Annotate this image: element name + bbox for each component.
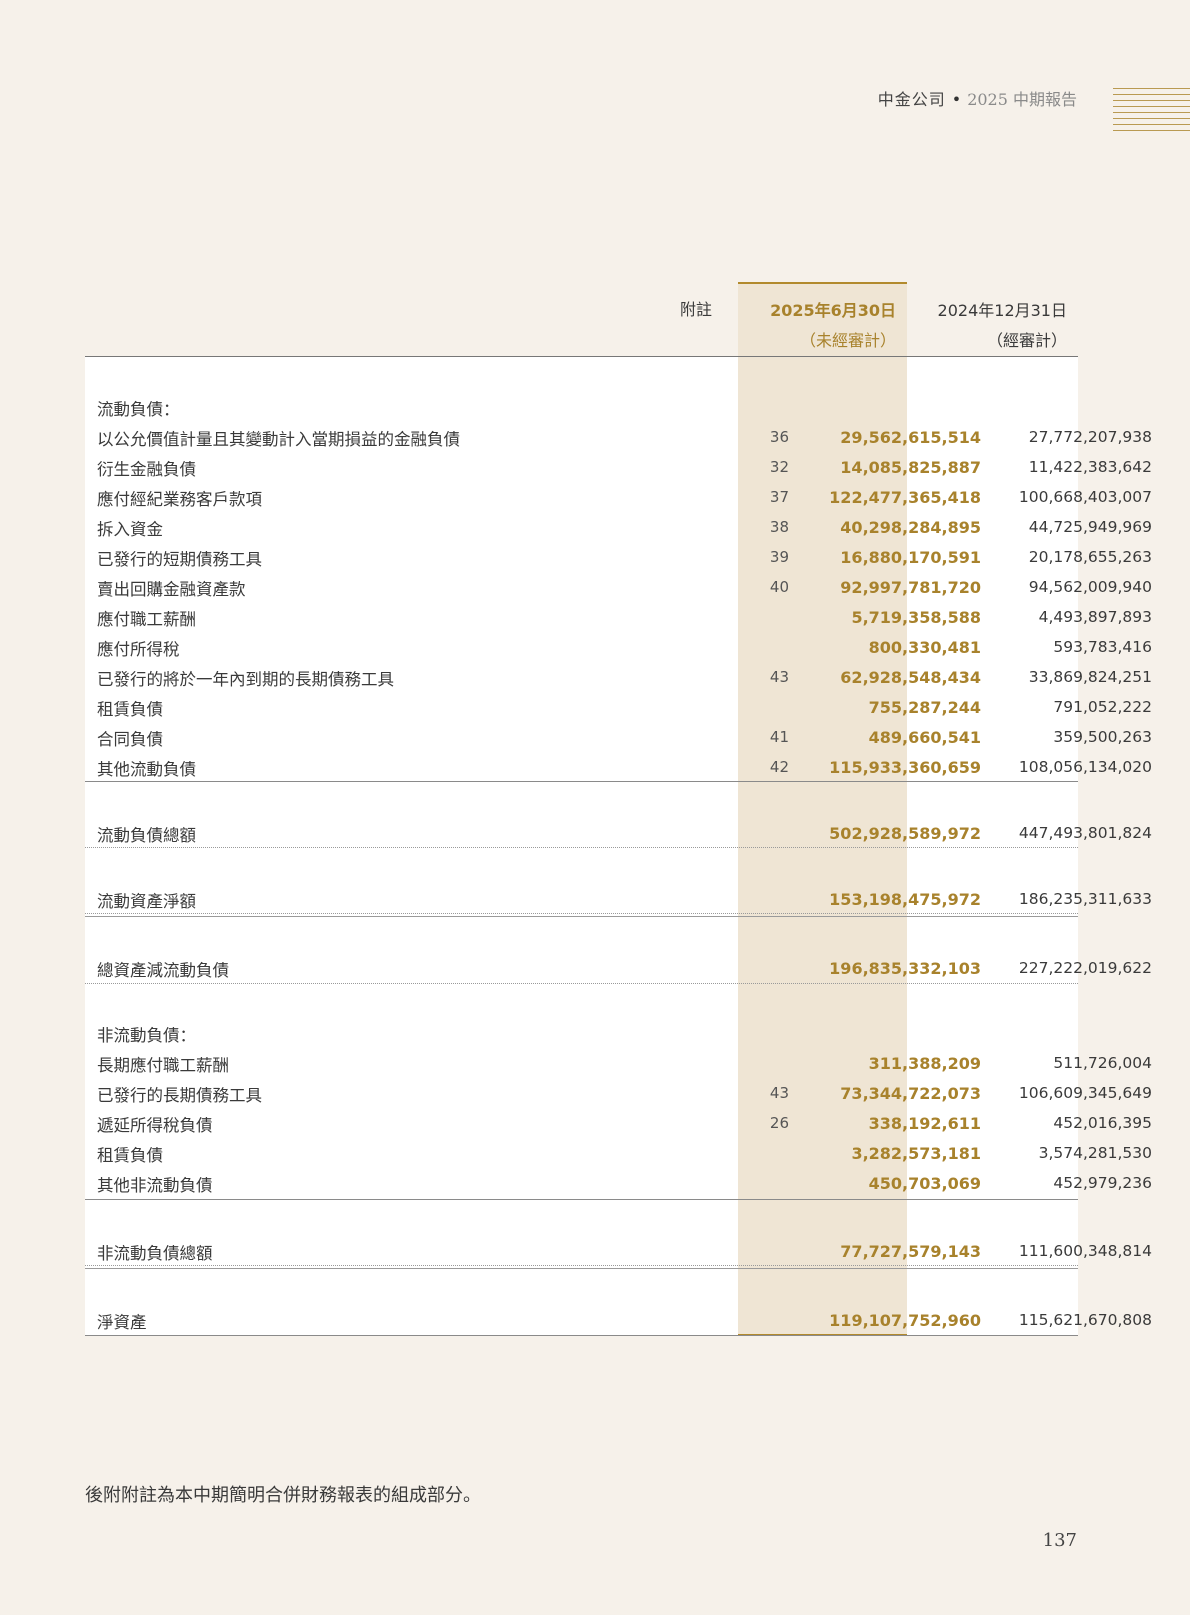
table-row: 合同負債 41 489,660,541 359,500,263 [85, 726, 1152, 756]
page-number: 137 [1042, 1530, 1077, 1551]
subtotal-rule [85, 781, 1078, 782]
decorative-stripes [1113, 88, 1190, 135]
column-header-prior: 2024年12月31日 （經審計） [910, 296, 1067, 356]
double-rule [85, 1265, 1078, 1269]
row-prior-value: 111,600,348,814 [1018, 1242, 1152, 1260]
subtotal-rule [85, 1199, 1078, 1200]
row-prior-value: 452,979,236 [1053, 1174, 1152, 1192]
row-label: 應付經紀業務客戶款項 [97, 490, 262, 509]
double-rule [85, 913, 1078, 917]
row-label: 非流動負債總額 [97, 1244, 213, 1263]
current-date: 2025年6月30日 [770, 301, 896, 320]
row-prior-value: 94,562,009,940 [1028, 578, 1152, 596]
prior-status: （經審計） [986, 331, 1067, 350]
row-prior-value: 359,500,263 [1053, 728, 1152, 746]
table-row: 以公允價值計量且其變動計入當期損益的金融負債 36 29,562,615,514… [85, 426, 1152, 456]
row-prior-value: 100,668,403,007 [1018, 488, 1152, 506]
total-rule [85, 847, 1078, 848]
table-row: 租賃負債 3,282,573,181 3,574,281,530 [85, 1142, 1152, 1172]
row-label: 合同負債 [97, 730, 163, 749]
row-label: 已發行的長期債務工具 [97, 1086, 262, 1105]
row-prior-value: 108,056,134,020 [1018, 758, 1152, 776]
row-prior-value: 115,621,670,808 [1018, 1311, 1152, 1329]
row-label: 租賃負債 [97, 700, 163, 719]
row-label: 租賃負債 [97, 1146, 163, 1165]
table-row: 長期應付職工薪酬 311,388,209 511,726,004 [85, 1052, 1152, 1082]
row-label: 拆入資金 [97, 520, 163, 539]
row-prior-value: 11,422,383,642 [1028, 458, 1152, 476]
header-rule [85, 356, 1078, 357]
prior-date: 2024年12月31日 [937, 301, 1067, 320]
table-row: 衍生金融負債 32 14,085,825,887 11,422,383,642 [85, 456, 1152, 486]
total-rule [85, 983, 1078, 984]
row-prior-value: 593,783,416 [1053, 638, 1152, 656]
current-status: （未經審計） [799, 331, 896, 350]
row-prior-value: 27,772,207,938 [1028, 428, 1152, 446]
table-row: 其他非流動負債 450,703,069 452,979,236 [85, 1172, 1152, 1202]
row-label: 以公允價值計量且其變動計入當期損益的金融負債 [97, 430, 460, 449]
table-row: 遞延所得稅負債 26 338,192,611 452,016,395 [85, 1112, 1152, 1142]
row-label: 應付所得稅 [97, 640, 180, 659]
table-row: 拆入資金 38 40,298,284,895 44,725,949,969 [85, 516, 1152, 546]
section-label: 非流動負債： [97, 1026, 196, 1045]
row-label: 淨資產 [97, 1313, 147, 1332]
row-prior-value: 20,178,655,263 [1028, 548, 1152, 566]
row-label: 長期應付職工薪酬 [97, 1056, 229, 1075]
row-prior-value: 44,725,949,969 [1028, 518, 1152, 536]
table-row: 已發行的長期債務工具 43 73,344,722,073 106,609,345… [85, 1082, 1152, 1112]
column-header-note: 附註 [679, 300, 712, 319]
table-row: 應付所得稅 800,330,481 593,783,416 [85, 636, 1152, 666]
row-label: 應付職工薪酬 [97, 610, 196, 629]
row-prior-value: 447,493,801,824 [1018, 824, 1152, 842]
header-separator: • [951, 90, 962, 109]
row-prior-value: 511,726,004 [1053, 1054, 1152, 1072]
section-heading-non-current: 非流動負債： [85, 1022, 1078, 1052]
row-label: 賣出回購金融資產款 [97, 580, 246, 599]
table-row: 已發行的短期債務工具 39 16,880,170,591 20,178,655,… [85, 546, 1152, 576]
row-label: 流動資產淨額 [97, 892, 196, 911]
row-prior-value: 3,574,281,530 [1038, 1144, 1152, 1162]
section-label: 流動負債： [97, 400, 180, 419]
row-label: 已發行的短期債務工具 [97, 550, 262, 569]
bottom-rule [85, 1335, 1078, 1336]
column-header-current: 2025年6月30日 （未經審計） [738, 296, 896, 356]
row-label: 流動負債總額 [97, 826, 196, 845]
table-row: 賣出回購金融資產款 40 92,997,781,720 94,562,009,9… [85, 576, 1152, 606]
row-prior-value: 791,052,222 [1053, 698, 1152, 716]
row-label: 總資產減流動負債 [97, 961, 229, 980]
row-prior-value: 106,609,345,649 [1018, 1084, 1152, 1102]
table-row: 租賃負債 755,287,244 791,052,222 [85, 696, 1152, 726]
table-row: 應付經紀業務客戶款項 37 122,477,365,418 100,668,40… [85, 486, 1152, 516]
row-prior-value: 33,869,824,251 [1028, 668, 1152, 686]
table-row: 已發行的將於一年內到期的長期債務工具 43 62,928,548,434 33,… [85, 666, 1152, 696]
row-prior-value: 186,235,311,633 [1018, 890, 1152, 908]
row-prior-value: 452,016,395 [1053, 1114, 1152, 1132]
row-prior-value: 4,493,897,893 [1038, 608, 1152, 626]
row-label: 其他流動負債 [97, 760, 196, 779]
row-label: 其他非流動負債 [97, 1176, 213, 1195]
row-label: 遞延所得稅負債 [97, 1116, 213, 1135]
running-header: 中金公司 • 2025 中期報告 [878, 86, 1077, 110]
row-prior-value: 227,222,019,622 [1018, 959, 1152, 977]
row-label: 已發行的將於一年內到期的長期債務工具 [97, 670, 394, 689]
footnote: 後附附註為本中期簡明合併財務報表的組成部分。 [85, 1485, 481, 1506]
section-heading-current: 流動負債： [85, 396, 1078, 426]
row-label: 衍生金融負債 [97, 460, 196, 479]
company-name: 中金公司 [877, 90, 946, 109]
table-row: 應付職工薪酬 5,719,358,588 4,493,897,893 [85, 606, 1152, 636]
report-title: 2025 中期報告 [967, 90, 1077, 109]
